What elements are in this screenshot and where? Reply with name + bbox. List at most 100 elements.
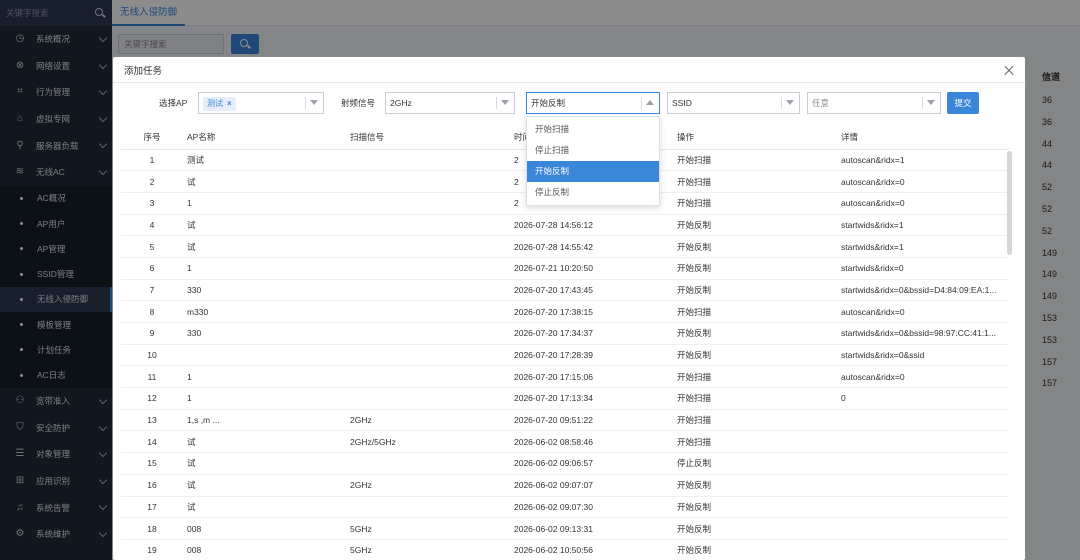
dropdown-option[interactable]: 停止扫描 [527,140,659,161]
cell-no: 4 [121,214,183,237]
cell-no: 1 [121,149,183,172]
table-scrollbar[interactable] [1007,151,1012,255]
dropdown-option[interactable]: 开始扫描 [527,119,659,140]
cell-detail [837,452,1009,475]
ap-select[interactable]: 测试 × [198,92,324,114]
cell-scan [346,257,510,280]
table-row[interactable]: 9 330 2026-07-20 17:34:37 开始反制 startwids&rid… [121,322,1009,345]
cell-scan [346,365,510,389]
cell-ap: 测试 [183,149,346,172]
cell-scan [346,279,510,302]
cell-detail: 0 [837,387,1009,410]
table-row[interactable]: 16 试 2GHz 2026-06-02 09:07:07 开始反制 [121,474,1009,497]
cell-time: 2026-07-20 17:28:39 [510,344,673,367]
table-row[interactable]: 14 试 2GHz/5GHz 2026-06-02 08:58:46 开始扫描 [121,430,1009,454]
cell-no: 12 [121,387,183,410]
submit-button[interactable]: 提交 [947,92,979,114]
modal-header: 添加任务 [113,57,1025,83]
filter-row: 选择AP 测试 × 射频信号 2GHz 开始反制 SSID 任意 提交 [113,92,1025,114]
ap-tag[interactable]: 测试 × [203,97,236,111]
cell-detail: autoscan&ridx=0 [837,170,1009,193]
cell-no: 9 [121,322,183,345]
table-row[interactable]: 7 330 2026-07-20 17:43:45 开始反制 startwids&rid… [121,279,1009,302]
table-row[interactable]: 12 1 2026-07-20 17:13:34 开始扫描 0 [121,387,1009,410]
cell-scan [346,214,510,237]
cell-scan [346,344,510,367]
table-row[interactable]: 18 008 5GHz 2026-06-02 09:13:31 开始反制 [121,517,1009,540]
table-row[interactable]: 17 试 2026-06-02 09:07:30 开始反制 [121,496,1009,519]
cell-no: 14 [121,430,183,454]
cell-no: 2 [121,170,183,193]
action-dropdown: 开始扫描 停止扫描 开始反制 停止反制 [526,116,660,206]
any-select[interactable]: 任意 [807,92,941,114]
col-scan[interactable]: 扫描信号 [346,125,510,150]
dropdown-option[interactable]: 停止反制 [527,182,659,203]
cell-detail: autoscan&ridx=0 [837,192,1009,215]
col-ap[interactable]: AP名称 [183,125,346,150]
cell-no: 8 [121,300,183,323]
cell-op: 开始扫描 [673,170,837,193]
dropdown-option[interactable]: 开始反制 [527,161,659,182]
ssid-value: SSID [672,98,692,108]
add-task-modal: 添加任务 选择AP 测试 × 射频信号 2GHz 开始反制 SSID 任意 提交 … [113,57,1025,560]
col-detail[interactable]: 详情 [837,125,1009,150]
cell-time: 2026-07-28 14:55:42 [510,235,673,258]
cell-time: 2026-06-02 09:06:57 [510,452,673,475]
table-row[interactable]: 19 008 5GHz 2026-06-02 10:50:56 开始反制 [121,539,1009,560]
col-no[interactable]: 序号 [121,125,183,150]
cell-no: 3 [121,192,183,215]
ssid-select[interactable]: SSID [667,92,800,114]
cell-time: 2026-07-20 09:51:22 [510,409,673,432]
table-row[interactable]: 15 试 2026-06-02 09:06:57 停止反制 [121,452,1009,475]
cell-time: 2026-07-20 17:15:06 [510,365,673,389]
table-row[interactable]: 6 1 2026-07-21 10:20:50 开始反制 startwids&ridx=… [121,257,1009,280]
cell-op: 停止反制 [673,452,837,475]
select-separator [641,97,642,109]
cell-ap: 试 [183,430,346,454]
chevron-down-icon [310,100,318,105]
cell-time: 2026-06-02 09:07:30 [510,496,673,519]
col-op[interactable]: 操作 [673,125,837,150]
table-row[interactable]: 4 试 2026-07-28 14:56:12 开始反制 startwids&ridx=… [121,214,1009,237]
cell-ap: 1 [183,387,346,410]
cell-no: 7 [121,279,183,302]
select-separator [922,97,923,109]
cell-detail: startwids&ridx=1 [837,235,1009,258]
cell-detail: autoscan&ridx=1 [837,149,1009,172]
cell-scan: 2GHz [346,409,510,432]
cell-scan: 2GHz/5GHz [346,430,510,454]
cell-detail: startwids&ridx=0&ssid [837,344,1009,367]
close-icon[interactable] [1003,64,1015,76]
cell-no: 18 [121,517,183,540]
cell-op: 开始反制 [673,235,837,258]
cell-op: 开始扫描 [673,192,837,215]
table-row[interactable]: 13 1,s ,m ... 2GHz 2026-07-20 09:51:22 开始扫描 [121,409,1009,432]
cell-ap: 008 [183,517,346,540]
tag-remove-icon[interactable]: × [227,99,232,108]
cell-detail [837,474,1009,497]
cell-no: 16 [121,474,183,497]
freq-select[interactable]: 2GHz [385,92,515,114]
cell-scan: 2GHz [346,474,510,497]
cell-time: 2026-06-02 09:07:07 [510,474,673,497]
action-select[interactable]: 开始反制 [526,92,660,114]
cell-scan [346,452,510,475]
cell-detail [837,430,1009,454]
cell-ap: 试 [183,452,346,475]
cell-no: 19 [121,539,183,560]
cell-op: 开始反制 [673,496,837,519]
table-row[interactable]: 8 m330 2026-07-20 17:38:15 开始扫描 autoscan&rid… [121,300,1009,323]
chevron-down-icon [786,100,794,105]
cell-ap [183,344,346,367]
table-row[interactable]: 11 1 2026-07-20 17:15:06 开始扫描 autoscan&ridx=… [121,365,1009,389]
cell-no: 13 [121,409,183,432]
any-placeholder: 任意 [812,98,830,108]
action-value: 开始反制 [531,98,566,108]
cell-scan [346,192,510,215]
cell-ap: 试 [183,235,346,258]
cell-ap: 008 [183,539,346,560]
cell-detail: startwids&ridx=0&bssid=98:97:CC:41:1... [837,322,1009,345]
table-row[interactable]: 10 2026-07-20 17:28:39 开始反制 startwids&ridx=… [121,344,1009,367]
table-row[interactable]: 5 试 2026-07-28 14:55:42 开始反制 startwids&ridx=… [121,235,1009,258]
cell-scan [346,496,510,519]
